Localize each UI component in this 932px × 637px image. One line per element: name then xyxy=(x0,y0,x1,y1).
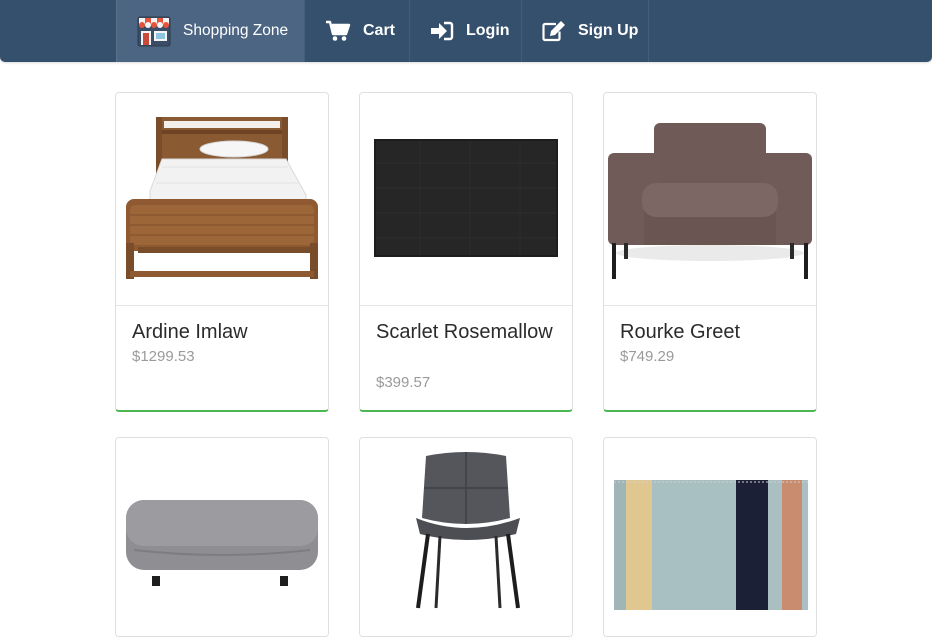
nav-brand-label: Shopping Zone xyxy=(183,22,289,39)
product-image-bed[interactable] xyxy=(116,93,328,306)
store-icon xyxy=(137,15,171,47)
top-navbar: Shopping Zone Cart Login Sign Up xyxy=(0,0,932,62)
nav-cart-label: Cart xyxy=(363,22,396,39)
product-card[interactable]: Ardine Imlaw $1299.53 xyxy=(115,92,329,412)
product-image-rug[interactable] xyxy=(360,93,572,306)
product-image-chair[interactable] xyxy=(360,438,572,636)
nav-signup-label: Sign Up xyxy=(578,22,639,39)
nav-divider xyxy=(648,0,649,62)
product-price: $749.29 xyxy=(620,348,675,365)
login-icon xyxy=(430,20,454,42)
product-name[interactable]: Ardine Imlaw xyxy=(132,319,312,345)
product-name[interactable]: Rourke Greet xyxy=(620,319,800,345)
nav-login-label: Login xyxy=(466,22,510,39)
nav-login[interactable]: Login xyxy=(409,0,521,62)
product-image-armchair[interactable] xyxy=(604,93,816,306)
product-image-ottoman[interactable] xyxy=(116,438,328,636)
product-card[interactable] xyxy=(115,437,329,637)
product-price: $399.57 xyxy=(376,374,431,391)
product-name[interactable]: Scarlet Rosemallow xyxy=(376,319,556,345)
nav-brand-shopping-zone[interactable]: Shopping Zone xyxy=(116,0,304,62)
product-card[interactable]: Scarlet Rosemallow $399.57 xyxy=(359,92,573,412)
product-card[interactable] xyxy=(359,437,573,637)
product-price: $1299.53 xyxy=(132,348,195,365)
product-card[interactable]: Rourke Greet $749.29 xyxy=(603,92,817,412)
product-image-striped-rug[interactable] xyxy=(604,438,816,636)
product-card[interactable] xyxy=(603,437,817,637)
signup-icon xyxy=(542,20,566,42)
nav-cart[interactable]: Cart xyxy=(304,0,409,62)
cart-icon xyxy=(325,20,351,42)
nav-signup[interactable]: Sign Up xyxy=(521,0,649,62)
